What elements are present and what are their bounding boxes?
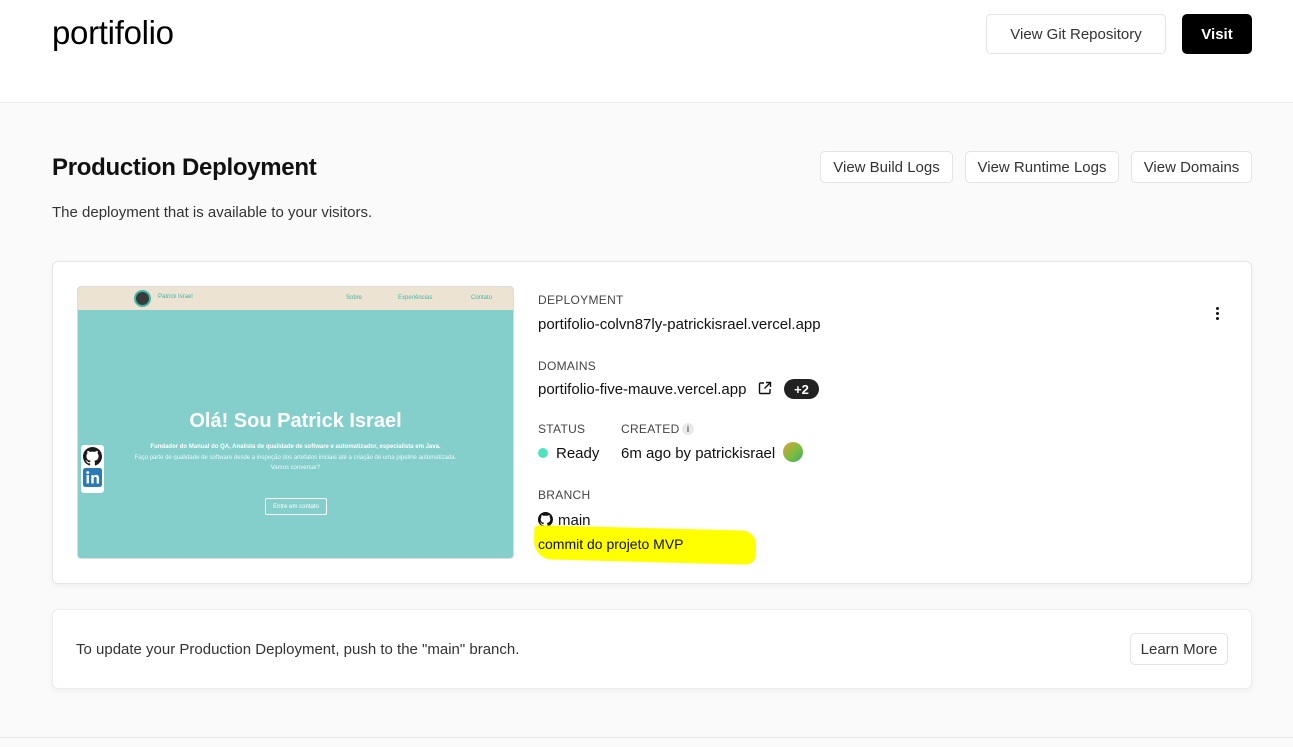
status-label: STATUS xyxy=(538,422,586,436)
preview-nav-link-experiencias: Experiências xyxy=(398,295,433,301)
branch-label: BRANCH xyxy=(538,488,591,502)
domains-label: DOMAINS xyxy=(538,359,597,373)
view-runtime-logs-button[interactable]: View Runtime Logs xyxy=(965,151,1119,183)
extra-domains-badge[interactable]: +2 xyxy=(784,379,819,399)
deployment-label: DEPLOYMENT xyxy=(538,293,624,307)
section-subtitle: The deployment that is available to your… xyxy=(52,204,373,221)
learn-more-button[interactable]: Learn More xyxy=(1130,633,1228,665)
avatar[interactable] xyxy=(783,442,803,462)
external-link-icon[interactable] xyxy=(758,381,772,395)
preview-nav-name: Patrick Israel xyxy=(158,294,193,300)
created-value: 6m ago by patrickisrael xyxy=(621,445,776,462)
preview-text-line-3: Vamos conversar? xyxy=(270,465,321,471)
preview-social-bar xyxy=(81,445,104,493)
visit-button[interactable]: Visit xyxy=(1182,14,1252,54)
linkedin-icon xyxy=(83,468,102,487)
view-build-logs-button[interactable]: View Build Logs xyxy=(820,151,953,183)
domain-link[interactable]: portifolio-five-mauve.vercel.app xyxy=(538,381,746,398)
preview-nav-link-sobre: Sobre xyxy=(346,295,363,301)
project-title: portifolio xyxy=(52,14,174,51)
more-options-icon[interactable] xyxy=(1207,302,1227,324)
preview-nav-link-contato: Contato xyxy=(471,295,493,301)
deployment-preview[interactable]: Patrick Israel Sobre Experiências Contat… xyxy=(77,286,514,559)
commit-message[interactable]: commit do projeto MVP xyxy=(538,536,684,552)
view-git-repository-button[interactable]: View Git Repository xyxy=(986,14,1166,54)
update-info-text: To update your Production Deployment, pu… xyxy=(76,641,520,658)
info-icon[interactable]: i xyxy=(682,423,694,435)
divider xyxy=(0,737,1293,738)
deployment-url[interactable]: portifolio-colvn87ly-patrickisrael.verce… xyxy=(538,316,821,333)
preview-cta-button: Entre em contato xyxy=(265,498,327,515)
preview-headline: Olá! Sou Patrick Israel xyxy=(189,410,402,432)
preview-avatar xyxy=(134,290,151,307)
preview-text-line-1: Fundador do Manual do QA, Analista de qu… xyxy=(150,444,441,450)
status-value: Ready xyxy=(556,445,600,462)
created-label: CREATED xyxy=(621,422,680,436)
section-title: Production Deployment xyxy=(52,154,317,181)
status-dot-icon xyxy=(538,448,548,458)
view-domains-button[interactable]: View Domains xyxy=(1131,151,1252,183)
github-icon xyxy=(83,447,102,466)
preview-text-line-2: Faço parte de qualidade de software desd… xyxy=(134,455,457,461)
